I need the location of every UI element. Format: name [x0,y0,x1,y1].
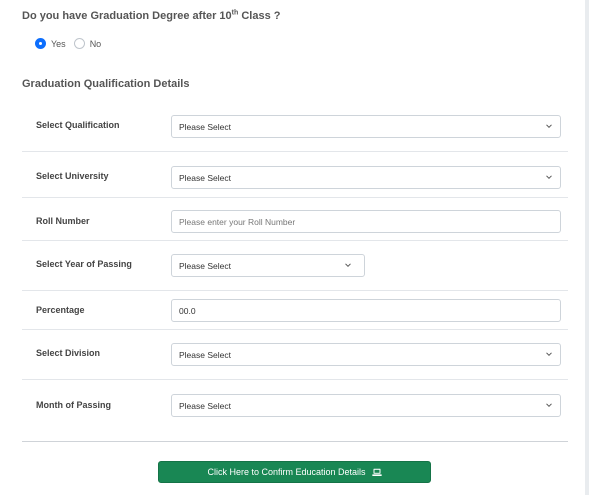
chevron-down-icon [545,401,553,409]
row-divider [22,151,568,152]
row-divider [22,290,568,291]
laptop-icon [371,468,382,477]
radio-yes-option[interactable]: Yes [35,38,66,49]
year-of-passing-label: Select Year of Passing [36,259,132,269]
question-text: Do you have Graduation Degree after 10 [22,10,232,22]
percentage-value: 00.0 [179,305,196,316]
month-of-passing-value: Please Select [179,400,231,411]
row-divider [22,240,568,241]
qualification-value: Please Select [179,121,231,132]
page-edge [585,0,589,495]
confirm-button-label: Click Here to Confirm Education Details [207,467,366,477]
radio-no-option[interactable]: No [73,38,102,49]
radio-no[interactable] [73,38,85,49]
radio-no-label: No [89,38,102,49]
row-divider [22,329,568,330]
roll-number-input[interactable]: Please enter your Roll Number [171,210,561,233]
division-value: Please Select [179,349,231,360]
roll-number-placeholder: Please enter your Roll Number [179,216,296,227]
radio-yes[interactable] [35,38,46,49]
section-title: Graduation Qualification Details [22,78,190,90]
chevron-down-icon [545,122,553,130]
radio-yes-label: Yes [51,38,66,49]
graduation-question: Do you have Graduation Degree after 10th… [22,9,281,22]
university-label: Select University [36,171,109,181]
month-of-passing-select[interactable]: Please Select [171,394,561,417]
chevron-down-icon [344,261,352,269]
university-select[interactable]: Please Select [171,166,561,189]
row-divider [22,197,568,198]
chevron-down-icon [545,350,553,358]
form-divider [22,441,568,442]
confirm-education-button[interactable]: Click Here to Confirm Education Details [158,461,431,483]
year-of-passing-value: Please Select [179,260,231,271]
qualification-select[interactable]: Please Select [171,115,561,138]
roll-number-label: Roll Number [36,216,90,226]
graduation-radio-group: Yes No [35,38,109,49]
percentage-input[interactable]: 00.0 [171,299,561,322]
qualification-label: Select Qualification [36,120,120,130]
question-suffix: Class ? [238,10,281,22]
university-value: Please Select [179,172,231,183]
chevron-down-icon [545,173,553,181]
month-of-passing-label: Month of Passing [36,400,111,410]
division-label: Select Division [36,348,101,358]
percentage-label: Percentage [36,305,85,315]
division-select[interactable]: Please Select [171,343,561,366]
year-of-passing-select[interactable]: Please Select [171,254,365,277]
row-divider [22,379,568,380]
